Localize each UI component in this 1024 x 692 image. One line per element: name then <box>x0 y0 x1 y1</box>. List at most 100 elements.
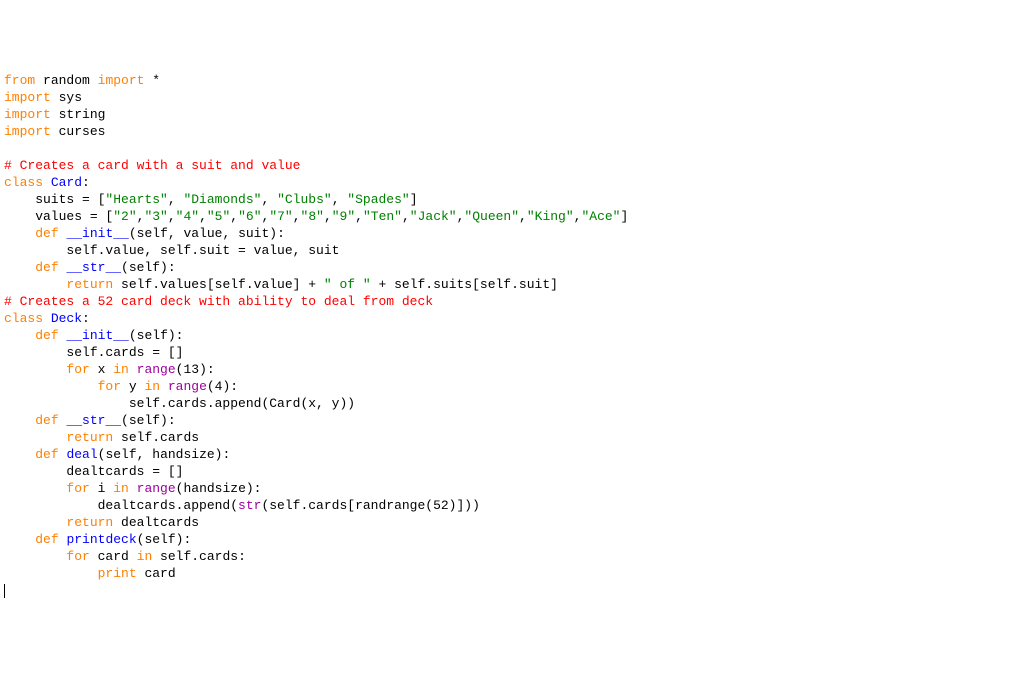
code-token: str <box>238 498 261 513</box>
code-line-14: # Creates a 52 card deck with ability to… <box>4 294 433 309</box>
code-token: def <box>35 260 58 275</box>
code-line-25: for i in range(handsize): <box>4 481 262 496</box>
code-token: " of " <box>324 277 371 292</box>
code-token <box>4 549 66 564</box>
code-token: (self, handsize): <box>98 447 231 462</box>
code-token: print <box>98 566 137 581</box>
code-token: "4" <box>176 209 199 224</box>
code-token: __str__ <box>66 413 121 428</box>
code-token: for <box>66 481 89 496</box>
code-token: "7" <box>269 209 292 224</box>
code-token: , <box>332 192 348 207</box>
code-token: , <box>261 192 277 207</box>
code-token <box>4 515 66 530</box>
code-token: def <box>35 226 58 241</box>
code-line-23: def deal(self, handsize): <box>4 447 230 462</box>
code-token: (13): <box>176 362 215 377</box>
code-token: (self): <box>121 260 176 275</box>
code-line-15: class Deck: <box>4 311 90 326</box>
code-token: return <box>66 430 113 445</box>
code-token: return <box>66 277 113 292</box>
code-line-29: for card in self.cards: <box>4 549 246 564</box>
code-line-24: dealtcards = [] <box>4 464 183 479</box>
code-line-11: self.value, self.suit = value, suit <box>4 243 339 258</box>
code-token: curses <box>51 124 106 139</box>
code-token: , <box>199 209 207 224</box>
code-line-7: class Card: <box>4 175 90 190</box>
code-line-20: self.cards.append(Card(x, y)) <box>4 396 355 411</box>
code-token: in <box>144 379 160 394</box>
code-token <box>4 277 66 292</box>
code-token: "Ace" <box>581 209 620 224</box>
code-token: (self.cards[randrange(52)])) <box>261 498 479 513</box>
code-token: , <box>230 209 238 224</box>
code-token: (4): <box>207 379 238 394</box>
code-token: def <box>35 413 58 428</box>
code-token: card <box>137 566 176 581</box>
code-line-3: import string <box>4 107 105 122</box>
code-token: import <box>4 90 51 105</box>
code-line-8: suits = ["Hearts", "Diamonds", "Clubs", … <box>4 192 418 207</box>
text-cursor <box>4 584 5 598</box>
code-token <box>4 566 98 581</box>
code-token: "9" <box>332 209 355 224</box>
code-token <box>160 379 168 394</box>
code-token <box>129 481 137 496</box>
code-token: import <box>98 73 145 88</box>
code-token: class <box>4 175 43 190</box>
code-token: self.cards: <box>152 549 246 564</box>
code-token: (self, value, suit): <box>129 226 285 241</box>
code-token: self.value, self.suit = value, suit <box>4 243 339 258</box>
code-token: "Diamonds" <box>183 192 261 207</box>
code-line-26: dealtcards.append(str(self.cards[randran… <box>4 498 480 513</box>
code-token: "King" <box>527 209 574 224</box>
code-token: "Clubs" <box>277 192 332 207</box>
code-token <box>4 532 35 547</box>
code-token: for <box>66 362 89 377</box>
code-token <box>43 175 51 190</box>
code-token: "Spades" <box>347 192 409 207</box>
code-line-22: return self.cards <box>4 430 199 445</box>
code-token <box>4 447 35 462</box>
code-token: i <box>90 481 113 496</box>
code-token: __init__ <box>66 328 128 343</box>
code-token: card <box>90 549 137 564</box>
code-line-16: def __init__(self): <box>4 328 183 343</box>
code-line-19: for y in range(4): <box>4 379 238 394</box>
code-line-27: return dealtcards <box>4 515 199 530</box>
code-line-13: return self.values[self.value] + " of " … <box>4 277 558 292</box>
code-token: import <box>4 124 51 139</box>
code-line-28: def printdeck(self): <box>4 532 191 547</box>
code-token: "Jack" <box>410 209 457 224</box>
code-token: __str__ <box>66 260 121 275</box>
code-token: for <box>98 379 121 394</box>
code-token: self.cards.append(Card(x, y)) <box>4 396 355 411</box>
code-line-1: from random import * <box>4 73 160 88</box>
code-token: , <box>168 192 184 207</box>
code-token: "Queen" <box>464 209 519 224</box>
code-token: range <box>168 379 207 394</box>
code-token: random <box>35 73 97 88</box>
code-token: , <box>402 209 410 224</box>
code-token: self.values[self.value] + <box>113 277 324 292</box>
code-line-6: # Creates a card with a suit and value <box>4 158 300 173</box>
code-editor[interactable]: from random import * import sys import s… <box>4 72 1020 599</box>
code-token: def <box>35 447 58 462</box>
code-token <box>4 362 66 377</box>
code-line-17: self.cards = [] <box>4 345 183 360</box>
code-token: from <box>4 73 35 88</box>
code-token: in <box>137 549 153 564</box>
code-token: + self.suits[self.suit] <box>371 277 558 292</box>
code-token: import <box>4 107 51 122</box>
code-line-21: def __str__(self): <box>4 413 176 428</box>
code-token: self.cards <box>113 430 199 445</box>
code-token: # Creates a card with a suit and value <box>4 158 300 173</box>
code-token: y <box>121 379 144 394</box>
code-token: (self): <box>121 413 176 428</box>
code-token: self.cards = [] <box>4 345 183 360</box>
code-token: def <box>35 328 58 343</box>
code-token: return <box>66 515 113 530</box>
code-token: Deck <box>51 311 82 326</box>
code-token <box>43 311 51 326</box>
code-token: dealtcards <box>113 515 199 530</box>
